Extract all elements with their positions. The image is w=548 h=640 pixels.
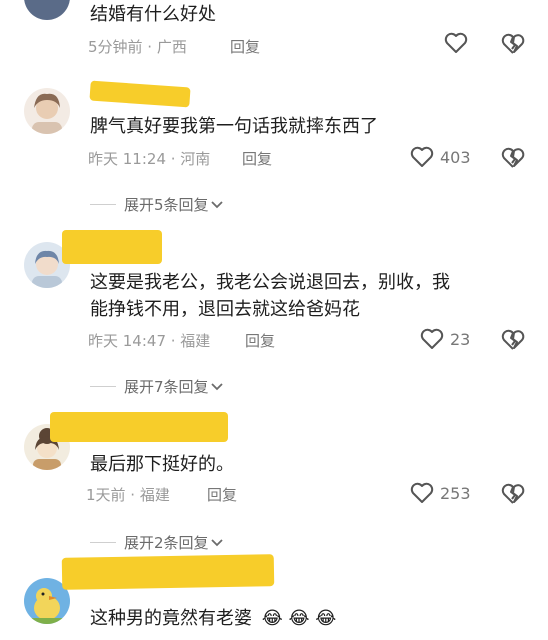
comment-time: 5分钟前 · 广西 — [88, 38, 187, 56]
heart-icon — [410, 482, 434, 503]
reply-button[interactable]: 回复 — [230, 36, 260, 57]
expand-replies-button[interactable]: 展开5条回复 — [90, 194, 225, 215]
expand-label: 展开5条回复 — [124, 196, 209, 214]
laughing-emoji-icon: 😂 — [261, 608, 283, 629]
expand-replies-button[interactable]: 展开7条回复 — [90, 376, 225, 397]
like-count: 253 — [440, 483, 471, 503]
broken-heart-icon — [501, 147, 525, 168]
username-redaction — [89, 80, 191, 108]
comment-text: 这种男的竟然有老婆 😂 😂 😂 — [90, 606, 336, 632]
username-redaction — [61, 554, 275, 590]
dislike-button[interactable] — [501, 483, 525, 509]
reply-button[interactable]: 回复 — [242, 148, 272, 169]
comment-text: 最后那下挺好的。 — [90, 454, 234, 475]
like-count: 403 — [440, 147, 471, 167]
heart-icon — [410, 146, 434, 167]
comment-text-line: 能挣钱不用，退回去就这给爸妈花 — [90, 299, 360, 320]
like-count: 23 — [450, 329, 471, 349]
comment-text: 脾气真好要我第一句话我就摔东西了 — [90, 116, 378, 137]
heart-icon — [444, 32, 468, 53]
divider — [90, 204, 116, 205]
comment-time: 1天前 · 福建 — [86, 486, 170, 504]
like-button[interactable]: 23 — [420, 328, 470, 350]
like-button[interactable]: 253 — [410, 482, 471, 504]
dislike-button[interactable] — [501, 329, 525, 355]
chevron-down-icon — [210, 200, 223, 208]
laughing-emoji-icon: 😂 — [315, 608, 337, 629]
avatar[interactable] — [24, 88, 70, 134]
broken-heart-icon — [501, 329, 525, 350]
reply-button[interactable]: 回复 — [207, 484, 237, 505]
avatar[interactable] — [24, 0, 70, 20]
like-button[interactable]: 403 — [410, 146, 471, 168]
comment-text-body: 这种男的竟然有老婆 — [90, 608, 252, 629]
expand-replies-button[interactable]: 展开2条回复 — [90, 532, 225, 553]
broken-heart-icon — [501, 483, 525, 504]
divider — [90, 542, 116, 543]
reply-button[interactable]: 回复 — [245, 330, 275, 351]
username-redaction — [62, 230, 162, 264]
comment-text-line: 这要是我老公，我老公会说退回去，别收，我 — [90, 272, 450, 293]
comment-text: 结婚有什么好处 — [90, 4, 216, 25]
comment-time: 昨天 11:24 · 河南 — [88, 150, 211, 168]
like-button[interactable] — [444, 32, 474, 54]
broken-heart-icon — [501, 33, 525, 54]
avatar-image — [32, 93, 62, 134]
expand-label: 展开2条回复 — [124, 534, 209, 552]
laughing-emoji-icon: 😂 — [288, 608, 310, 629]
dislike-button[interactable] — [501, 33, 525, 59]
heart-icon — [420, 328, 444, 349]
comment-time: 昨天 14:47 · 福建 — [88, 332, 211, 350]
username-redaction — [50, 412, 228, 442]
chevron-down-icon — [210, 382, 223, 390]
divider — [90, 386, 116, 387]
chevron-down-icon — [210, 538, 223, 546]
dislike-button[interactable] — [501, 147, 525, 173]
expand-label: 展开7条回复 — [124, 378, 209, 396]
